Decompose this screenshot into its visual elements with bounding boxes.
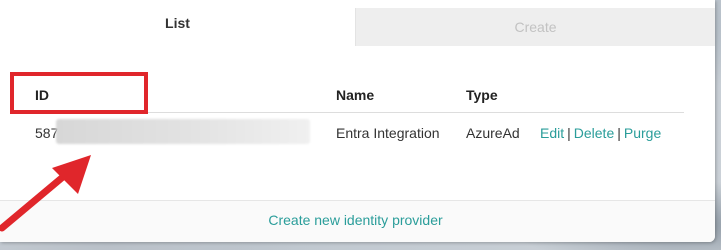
tab-create[interactable]: Create (355, 8, 715, 46)
row-name: Entra Integration (336, 125, 440, 141)
tab-list-label: List (165, 15, 190, 31)
column-header-name: Name (336, 87, 375, 103)
row-id: 587 (35, 125, 59, 141)
purge-link[interactable]: Purge (624, 125, 661, 141)
annotation-arrow-icon (0, 155, 91, 232)
edit-link[interactable]: Edit (540, 125, 564, 141)
action-separator: | (617, 125, 621, 141)
row-type: AzureAd (466, 125, 520, 141)
identity-provider-panel: List Create ID Name Type 587 Entra Integ… (0, 0, 715, 242)
annotation-highlight-box (10, 72, 148, 114)
redacted-id-mask (56, 119, 310, 144)
delete-link[interactable]: Delete (574, 125, 614, 141)
action-separator: | (567, 125, 571, 141)
create-identity-provider-link[interactable]: Create new identity provider (0, 212, 711, 228)
column-header-type: Type (466, 87, 498, 103)
tab-create-label: Create (514, 19, 557, 35)
tab-list[interactable]: List (0, 0, 355, 46)
tab-bar: List Create (0, 0, 715, 46)
row-actions: Edit | Delete | Purge (540, 125, 661, 141)
